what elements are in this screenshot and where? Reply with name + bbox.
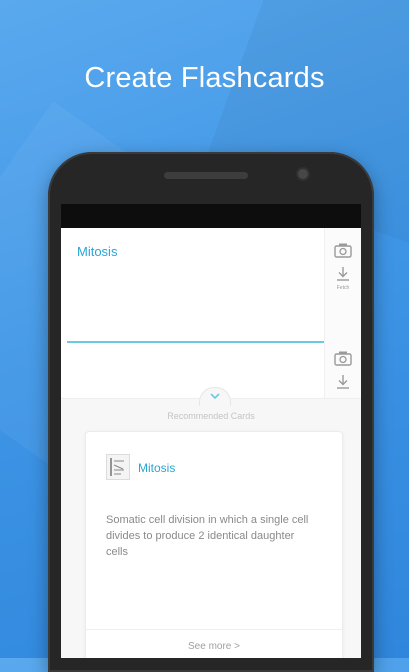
see-more-button[interactable]: See more >: [86, 629, 342, 658]
recommended-card[interactable]: Mitosis Somatic cell division in which a…: [85, 431, 343, 658]
camera-icon[interactable]: [333, 242, 353, 258]
phone-camera: [298, 169, 308, 179]
fetch-caption: Fetch: [336, 285, 350, 291]
definition-input-underline[interactable]: [67, 341, 327, 343]
phone-speaker: [164, 172, 248, 179]
chevron-down-icon: [210, 393, 220, 400]
flashcard-editor[interactable]: Mitosis: [61, 228, 361, 398]
download-icon[interactable]: [333, 266, 353, 282]
expand-recommendations-button[interactable]: [199, 387, 231, 406]
download-icon[interactable]: [333, 374, 353, 390]
status-bar: [61, 204, 361, 228]
diagram-thumbnail-icon: [106, 454, 130, 480]
recommended-cards-panel: Recommended Cards Mitosis Somatic cell d…: [61, 387, 361, 658]
page-headline: Create Flashcards: [84, 62, 325, 94]
phone-screen: Mitosis Fetch Recommended Cards Mitosis …: [61, 204, 361, 658]
camera-icon[interactable]: [333, 350, 353, 366]
card-definition: Somatic cell division in which a single …: [106, 514, 309, 558]
recommended-cards-label: Recommended Cards: [167, 411, 255, 421]
term-input[interactable]: Mitosis: [77, 244, 117, 259]
card-title: Mitosis: [138, 461, 176, 475]
editor-tools: Fetch: [324, 228, 361, 398]
